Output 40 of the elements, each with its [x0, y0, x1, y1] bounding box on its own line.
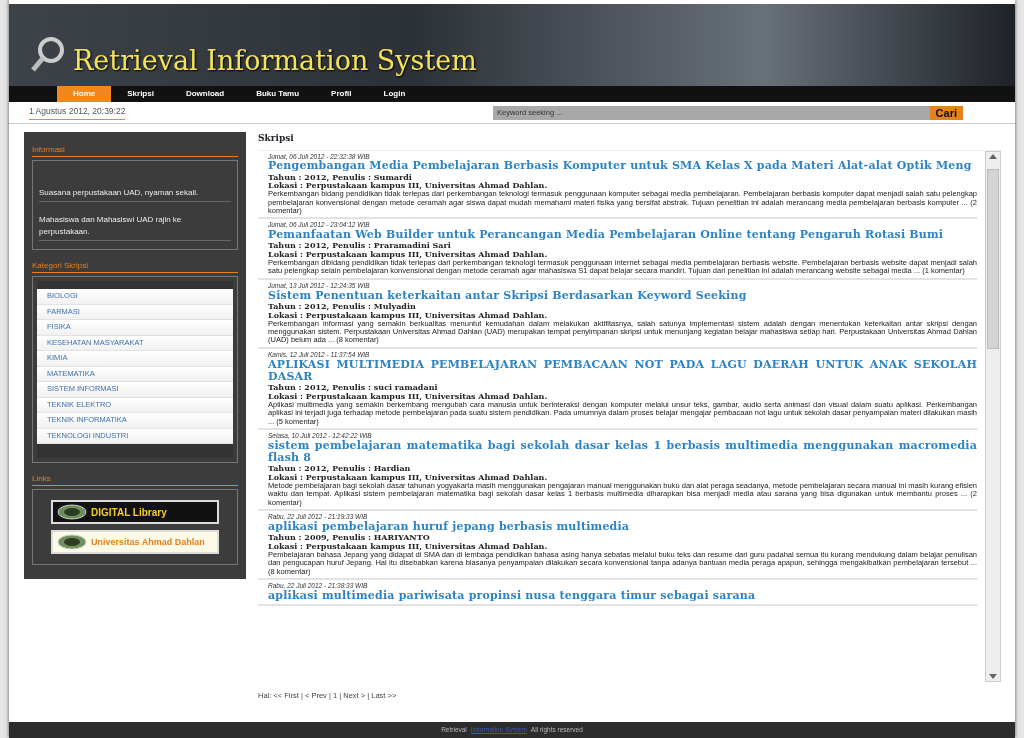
scroll-down-icon[interactable] — [989, 673, 997, 679]
entry-meta: Tahun : 2009, Penulis : HARIYANTO — [268, 533, 431, 542]
banner-link[interactable]: DIGITAL Library — [51, 500, 219, 524]
scroll-up-icon[interactable] — [989, 153, 997, 159]
entry-location: Lokasi : Perpustakaan kampus III, Universitas Ahmad Dahlan. — [268, 310, 549, 320]
seal-icon — [57, 534, 87, 550]
entry-title-link[interactable]: APLIKASI MULTIMEDIA PEMBELAJARAN PEMBACAAN NOT PADA LAGU DAERAH UNTUK ANAK SEKOLAH DASAR — [268, 358, 977, 384]
entry-location: Lokasi : Perpustakaan kampus III, Universitas Ahmad Dahlan. — [268, 250, 549, 260]
nav-tab[interactable]: Profil — [315, 86, 368, 102]
entry-title-link[interactable]: Sistem Penentuan keterkaitan antar Skripsi Berdasarkan Keyword Seeking — [268, 289, 977, 302]
entry-location: Lokasi : Perpustakaan kampus III, Universitas Ahmad Dahlan. — [268, 391, 549, 401]
search-button[interactable]: Cari — [929, 105, 963, 120]
entry-meta: Tahun : 2012, Penulis : Sumardi — [268, 172, 413, 182]
entry-location: Lokasi : Perpustakaan kampus III, Universitas Ahmad Dahlan. — [268, 473, 549, 482]
date-time: 1 Agustus 2012, 20:39:22 — [29, 105, 126, 120]
seal-icon — [57, 504, 87, 520]
scrollbar[interactable] — [985, 150, 1001, 682]
site-title: Retrieval Information System — [73, 47, 477, 74]
nav-tab[interactable]: Login — [367, 86, 422, 102]
info-text: Suasana perpustakaan UAD, nyaman sekali. — [39, 187, 231, 202]
entry-meta: Tahun : 2012, Penulis : Mulyadin — [268, 301, 417, 311]
entry-meta: Tahun : 2012, Penulis : Praramadini Sari — [268, 241, 452, 251]
sidebar-heading: Links — [32, 473, 238, 486]
entry-title-link[interactable]: Pemanfaatan Web Builder untuk Perancangan Media Pembelajaran Online tentang Pengaruh Rotasi Bumi — [268, 229, 977, 242]
entry-title-link[interactable]: sistem pembelajaran matematika bagi sekolah dasar kelas 1 berbasis multimedia menggunakan macromedia flash 8 — [268, 439, 977, 465]
sidebar-heading: Kategori Skripsi — [32, 260, 238, 273]
banner-link[interactable]: Universitas Ahmad Dahlan — [51, 530, 219, 554]
section-heading: Skripsi — [258, 132, 295, 145]
entry-title-link[interactable]: aplikasi multimedia pariwisata propinsi nusa tenggara timur sebagai sarana — [268, 589, 977, 603]
entry-title-link[interactable]: aplikasi pembelajaran huruf jepang berbasis multimedia — [268, 520, 977, 534]
entry-meta: Tahun : 2012, Penulis : suci ramadani — [268, 383, 439, 392]
entry-location: Lokasi : Perpustakaan kampus III, Universitas Ahmad Dahlan. — [268, 181, 548, 191]
sidebar-heading: Informasi — [32, 144, 238, 157]
entry-title-link[interactable]: Pengembangan Media Pembelajaran Berbasis Komputer untuk SMA Kelas X pada Materi Alat-alat Optik Meng — [268, 160, 977, 173]
nav-tab[interactable]: Buku Tamu — [240, 86, 316, 102]
nav-tab[interactable]: Download — [169, 86, 241, 102]
info-text: Mahasiswa dan Mahasiswi UAD rajin ke perpustakaan. — [39, 214, 231, 241]
entry-meta: Tahun : 2012, Penulis : Hardian — [268, 464, 412, 474]
nav-tab[interactable]: Skripsi — [111, 86, 170, 102]
entry-location: Lokasi : Perpustakaan kampus III, Universitas Ahmad Dahlan. — [268, 542, 549, 551]
